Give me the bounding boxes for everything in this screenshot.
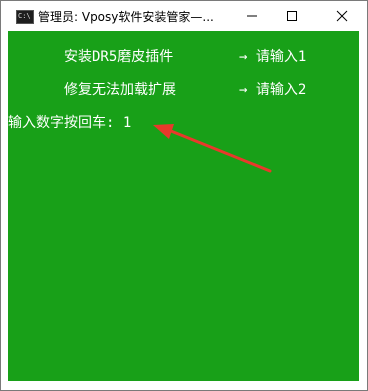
- cmd-icon-text: C:\: [18, 12, 31, 20]
- input-prompt[interactable]: 输入数字按回车: 1: [8, 112, 131, 132]
- title-bar[interactable]: C:\ 管理员: Vposy软件安装管家—...: [1, 1, 367, 31]
- menu-option-1-label: 安装DR5磨皮插件: [64, 49, 174, 65]
- close-button[interactable]: [319, 1, 365, 31]
- menu-option-1-hint: → 请输入1: [239, 49, 307, 65]
- console-area[interactable]: 安装DR5磨皮插件 → 请输入1 修复无法加载扩展 → 请输入2 输入数字按回车…: [8, 31, 359, 381]
- maximize-button[interactable]: [269, 1, 315, 31]
- cmd-icon[interactable]: C:\: [16, 10, 34, 24]
- menu-option-2-hint: → 请输入2: [239, 82, 307, 98]
- maximize-icon: [287, 11, 297, 21]
- red-arrow-annotation: [153, 124, 272, 173]
- close-icon: [336, 10, 348, 22]
- console-window: C:\ 管理员: Vposy软件安装管家—... 安装DR5磨皮插件 → 请输入…: [0, 0, 368, 391]
- window-bottom-border: [1, 381, 367, 390]
- menu-option-2-label: 修复无法加载扩展: [64, 82, 176, 98]
- minimize-icon: [247, 15, 257, 17]
- window-title: 管理员: Vposy软件安装管家—...: [38, 10, 214, 24]
